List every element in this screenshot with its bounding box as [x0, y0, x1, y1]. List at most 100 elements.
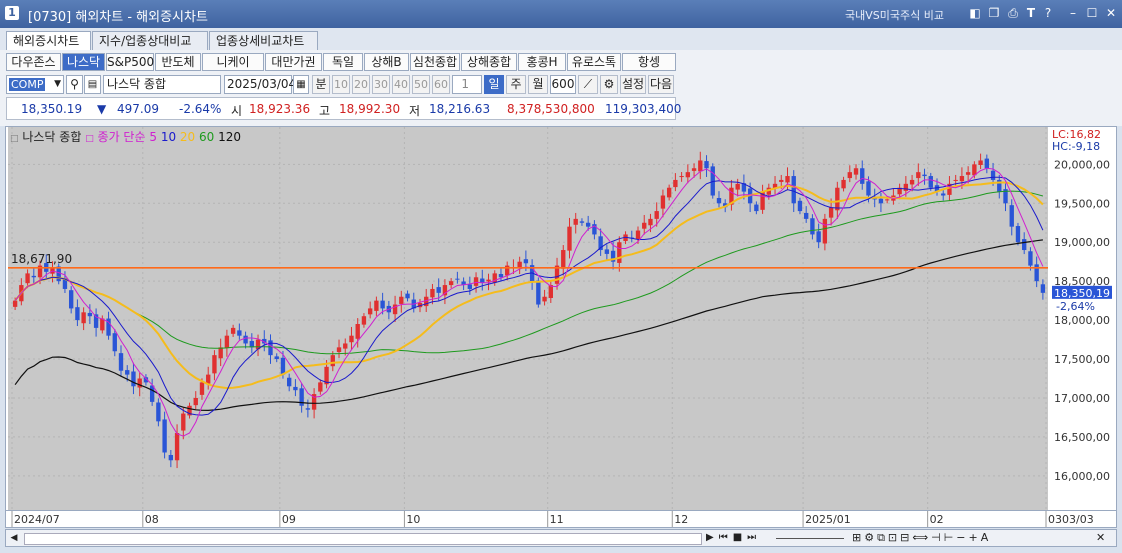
help-icon[interactable]: ? — [1041, 6, 1055, 20]
gear-icon[interactable]: ⚙ — [600, 75, 618, 94]
reference-line-label: 18,671,90 — [11, 252, 72, 266]
quote-strip: 18,350.19 ▼ 497.09 -2.64% 시 18,923.36 고 … — [6, 97, 681, 120]
layout-icon[interactable]: ◧ — [968, 6, 982, 20]
price-chart[interactable]: 20,000,0019,500,0019,000,0018,500,0018,0… — [6, 127, 1116, 510]
candle-body — [685, 172, 691, 178]
legend-ma10: 10 — [160, 130, 177, 144]
candle-body — [691, 168, 697, 171]
period-20-button[interactable]: 20 — [352, 75, 370, 94]
candle-body — [561, 250, 566, 269]
candle-body — [847, 172, 852, 179]
candle-body — [168, 454, 174, 461]
candle-body — [648, 218, 653, 226]
low-label: 저 — [409, 104, 421, 118]
symbol-code: COMP — [9, 78, 46, 91]
scroll-left-icon[interactable]: ◀ — [8, 532, 20, 544]
market-shanghai[interactable]: 상해종합 — [461, 53, 517, 71]
play-controls-icon[interactable]: ▶⏮■⏭ — [706, 532, 761, 543]
symbol-name-field: 나스닥 종합 — [103, 75, 221, 94]
legend-ma5: 5 — [149, 130, 157, 144]
market-taiwan[interactable]: 대만가권 — [265, 53, 322, 71]
date-input[interactable]: 2025/03/04 — [224, 75, 296, 94]
quote-open: 18,923.36 — [249, 102, 311, 116]
compare-link[interactable]: 국내VS미국주식 비교 — [845, 7, 944, 23]
x-tick-label: 08 — [145, 513, 159, 526]
maximize-icon[interactable]: ☐ — [1085, 6, 1099, 20]
count-input[interactable]: 600 — [550, 75, 576, 94]
market-nikkei[interactable]: 니케이 — [202, 53, 264, 71]
candle-body — [230, 327, 236, 334]
search-icon[interactable]: ⚲ — [66, 75, 83, 94]
scroll-thumb[interactable] — [24, 533, 702, 545]
candle-body — [866, 181, 871, 196]
candle-body — [355, 324, 360, 339]
candle-body — [810, 218, 815, 235]
market-hongkong-h[interactable]: 홍콩H — [518, 53, 566, 71]
candle-body — [206, 374, 211, 384]
print-icon[interactable]: ⎙ — [1006, 6, 1020, 20]
y-tick-label: 16,500,00 — [1054, 431, 1110, 444]
period-60-button[interactable]: 60 — [432, 75, 450, 94]
tool-icons[interactable]: ⊞⚙⧉⊡⊟⟺⊣⊢−+A — [852, 531, 991, 545]
market-eurostoxx[interactable]: 유로스톡 — [567, 53, 621, 71]
candle-body — [797, 200, 803, 212]
title-bar: 1 [0730] 해외차트 - 해외증시차트 국내VS미국주식 비교 ◧ ❐ ⎙… — [0, 0, 1122, 28]
market-dow[interactable]: 다우존스 — [6, 53, 61, 71]
candle-body — [909, 179, 915, 185]
next-button[interactable]: 다음 — [648, 75, 674, 94]
copy-icon[interactable]: ❐ — [987, 6, 1001, 20]
period-10-button[interactable]: 10 — [332, 75, 350, 94]
candle-body — [480, 278, 485, 283]
market-shenzhen[interactable]: 심천종합 — [410, 53, 460, 71]
window-number-icon: 1 — [5, 6, 19, 20]
market-sp500[interactable]: S&P500 — [106, 53, 154, 71]
market-germany[interactable]: 독일 — [323, 53, 363, 71]
candle-body — [31, 275, 36, 278]
candle-body — [579, 221, 585, 223]
tab-sector-compare[interactable]: 업종상세비교차트 — [209, 31, 318, 50]
x-axis-labels: 2024/07 08 09 10 11 12 2025/01 02 03 03/03 — [11, 511, 1094, 527]
period-40-button[interactable]: 40 — [392, 75, 410, 94]
tab-overseas-chart[interactable]: 해외증시차트 — [6, 31, 91, 50]
period-week-button[interactable]: 주 — [506, 75, 526, 94]
market-nasdaq[interactable]: 나스닥 — [62, 53, 105, 71]
close-chart-icon[interactable]: ✕ — [1096, 531, 1105, 544]
period-input[interactable]: 1 — [452, 75, 482, 94]
draw-tool-icon[interactable]: ⟋ — [578, 75, 598, 94]
candle-body — [467, 284, 473, 289]
tab-index-compare[interactable]: 지수/업종상대비교 — [92, 31, 208, 50]
candle-body — [841, 179, 846, 189]
candle-body — [448, 281, 454, 286]
symbol-list-icon[interactable]: ▤ — [84, 75, 101, 94]
period-30-button[interactable]: 30 — [372, 75, 390, 94]
market-shanghai-b[interactable]: 상해B — [364, 53, 409, 71]
zoom-slider[interactable] — [776, 538, 844, 539]
period-day-button[interactable]: 일 — [484, 75, 504, 94]
close-icon[interactable]: ✕ — [1104, 6, 1118, 20]
calendar-icon[interactable]: ▦ — [293, 75, 309, 94]
y-tick-label: 18,000,00 — [1054, 314, 1110, 327]
chart-legend: □ 나스닥 종합 □ 종가 단순 5 10 20 60 120 — [10, 130, 242, 144]
candle-body — [984, 158, 990, 169]
chart-panel[interactable]: 20,000,00 19,500,00 19,000,00 18,500,00 18,0… — [5, 126, 1117, 511]
period-month-button[interactable]: 월 — [528, 75, 548, 94]
market-hangseng[interactable]: 항셍 — [622, 53, 676, 71]
minute-button[interactable]: 분 — [312, 75, 330, 94]
market-semi[interactable]: 반도체 — [155, 53, 201, 71]
symbol-select[interactable]: COMP ▼ — [6, 75, 64, 94]
chart-scrollbar[interactable]: ◀ ▶⏮■⏭ ⊞⚙⧉⊡⊟⟺⊣⊢−+A ✕ — [5, 529, 1117, 547]
settings-button[interactable]: 설정 — [620, 75, 646, 94]
candle-body — [1015, 226, 1021, 243]
candle-body — [660, 195, 666, 209]
current-pct-label: -2,64% — [1056, 300, 1095, 313]
period-50-button[interactable]: 50 — [412, 75, 430, 94]
candle-body — [716, 198, 722, 204]
x-tick-label: 2025/01 — [805, 513, 851, 526]
x-tick-label: 10 — [406, 513, 420, 526]
candle-body — [1028, 251, 1033, 266]
minimize-icon[interactable]: – — [1066, 6, 1080, 20]
candle-body — [293, 386, 298, 391]
candle-body — [878, 198, 884, 204]
font-icon[interactable]: T — [1024, 6, 1038, 20]
candle-body — [199, 382, 205, 395]
